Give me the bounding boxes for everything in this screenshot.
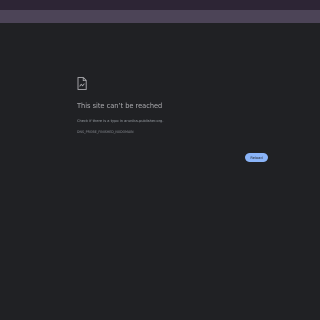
reload-button[interactable]: Reload bbox=[245, 153, 268, 162]
error-title: This site can’t be reached bbox=[77, 102, 163, 110]
error-code: DNS_PROBE_FINISHED_NXDOMAIN bbox=[77, 130, 134, 134]
broken-page-icon bbox=[77, 75, 87, 90]
title-bar bbox=[0, 0, 320, 10]
browser-window: This site can’t be reached Check if ther… bbox=[0, 0, 320, 320]
browser-toolbar bbox=[0, 10, 320, 23]
error-suggestion: Check if there is a typo in arunika-publ… bbox=[77, 119, 164, 123]
